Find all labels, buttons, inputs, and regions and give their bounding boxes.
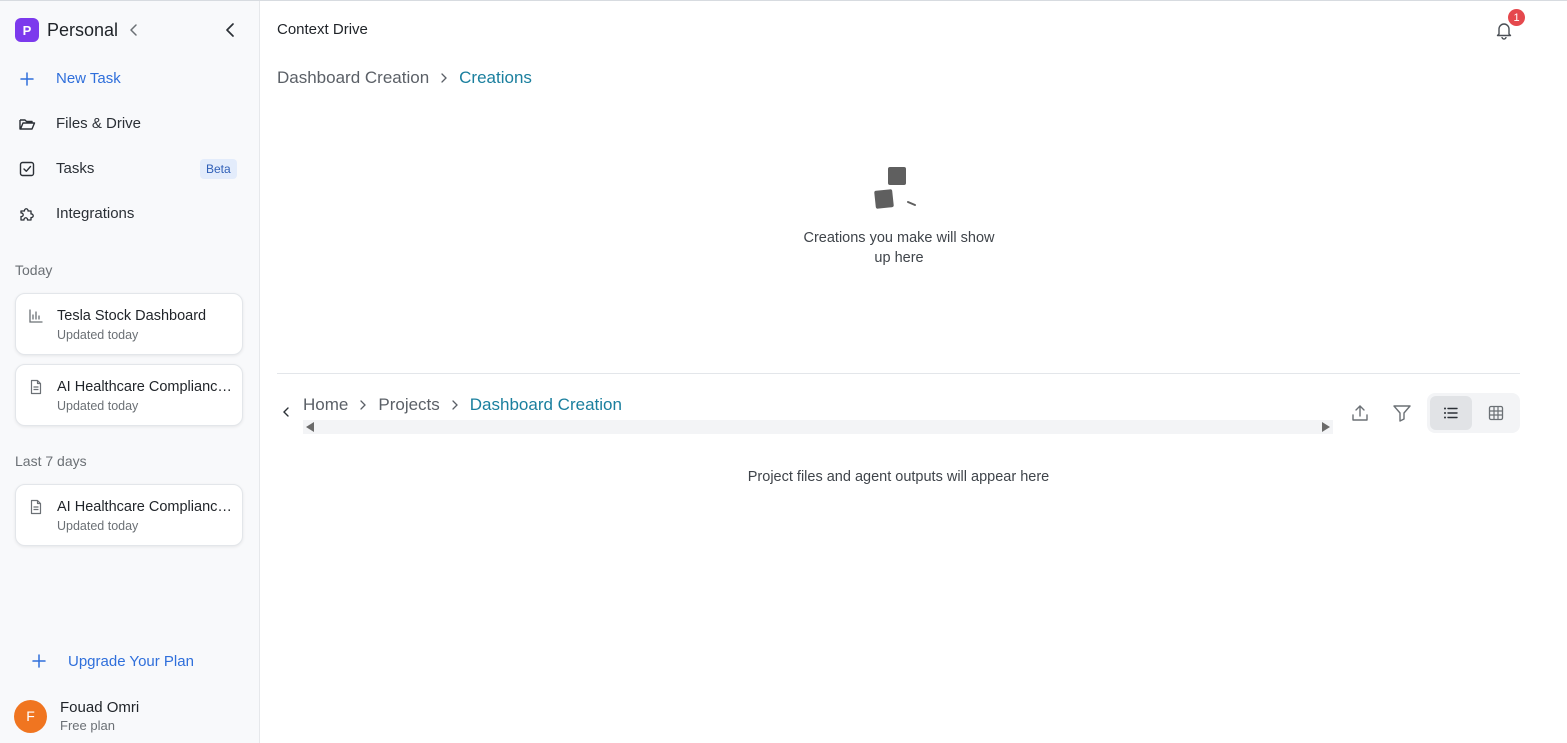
breadcrumb-current[interactable]: Dashboard Creation — [470, 395, 622, 415]
plus-icon — [32, 654, 46, 668]
chevron-right-icon — [452, 400, 458, 410]
upgrade-plan-label: Upgrade Your Plan — [68, 652, 194, 670]
user-profile[interactable]: F Fouad Omri Free plan — [14, 698, 139, 734]
section-divider — [277, 373, 1520, 374]
sidebar-item-tasks[interactable]: Tasks Beta — [0, 151, 260, 187]
files-empty-text: Project files and agent outputs will app… — [747, 469, 1050, 485]
chevron-left-icon — [130, 24, 137, 36]
tasks-label: Tasks — [56, 160, 95, 177]
chevron-left-icon[interactable] — [279, 405, 293, 419]
document-icon — [30, 379, 42, 395]
recent-item-subtitle: Updated today — [57, 328, 139, 342]
workspace-switcher[interactable]: P Personal — [15, 18, 142, 42]
sidebar-item-integrations[interactable]: Integrations — [0, 196, 260, 232]
recent-item[interactable]: AI Healthcare Compliance Report Updated … — [15, 484, 243, 546]
bar-chart-icon — [29, 309, 43, 323]
breadcrumb-item[interactable]: Home — [303, 395, 348, 415]
view-toggle — [1427, 393, 1520, 433]
collapse-sidebar-icon[interactable] — [222, 21, 240, 39]
notification-badge: 1 — [1508, 9, 1525, 26]
sidebar-item-files-drive[interactable]: Files & Drive — [0, 106, 260, 142]
horizontal-scrollbar[interactable] — [303, 420, 1333, 434]
upgrade-plan-button[interactable]: Upgrade Your Plan — [30, 649, 194, 673]
plus-icon — [20, 72, 34, 86]
avatar: F — [14, 699, 47, 733]
section-last7-title: Last 7 days — [15, 453, 87, 469]
breadcrumb-item[interactable]: Dashboard Creation — [277, 68, 429, 88]
breadcrumb-current[interactable]: Creations — [459, 68, 532, 88]
user-plan: Free plan — [60, 718, 115, 733]
sidebar: P Personal New Task Files & Drive Tasks … — [0, 1, 260, 743]
recent-item-subtitle: Updated today — [57, 519, 139, 533]
breadcrumb-item[interactable]: Projects — [378, 395, 439, 415]
files-drive-label: Files & Drive — [56, 115, 142, 132]
page-title: Context Drive — [277, 21, 368, 38]
workspace-name: Personal — [47, 19, 119, 40]
grid-view-button[interactable] — [1475, 396, 1517, 430]
scroll-right-arrow[interactable] — [1322, 422, 1330, 432]
workspace-badge: P — [15, 18, 39, 42]
user-name: Fouad Omri — [60, 699, 140, 716]
breadcrumb: Dashboard Creation Creations — [277, 68, 532, 88]
chevron-right-icon — [441, 73, 448, 83]
chevron-right-icon — [360, 400, 367, 410]
new-task-label: New Task — [56, 70, 121, 87]
puzzle-icon — [20, 208, 34, 221]
new-task-button[interactable]: New Task — [0, 61, 260, 97]
upload-icon[interactable] — [1348, 401, 1372, 425]
recent-item[interactable]: AI Healthcare Compliance Report Updated … — [15, 364, 243, 426]
checkbox-icon — [19, 161, 35, 177]
recent-item-subtitle: Updated today — [57, 399, 139, 413]
recent-item-title: Tesla Stock Dashboard — [57, 308, 207, 324]
files-breadcrumb: Home Projects Dashboard Creation — [303, 395, 622, 415]
list-view-button[interactable] — [1430, 396, 1472, 430]
scroll-left-arrow[interactable] — [306, 422, 314, 432]
beta-badge: Beta — [200, 159, 237, 179]
grid-icon — [1488, 405, 1504, 421]
section-today-title: Today — [15, 262, 53, 278]
folder-open-icon — [19, 119, 36, 130]
integrations-label: Integrations — [56, 205, 135, 222]
recent-item-title: AI Healthcare Compliance Report — [57, 499, 235, 515]
recent-item-title: AI Healthcare Compliance Report — [57, 379, 235, 395]
list-icon — [1444, 407, 1458, 419]
filter-icon[interactable] — [1390, 401, 1414, 425]
recent-item[interactable]: Tesla Stock Dashboard Updated today — [15, 293, 243, 355]
creations-empty-text: Creations you make will show up here — [803, 230, 995, 266]
document-icon — [30, 499, 42, 515]
creations-empty-icon — [874, 167, 916, 209]
